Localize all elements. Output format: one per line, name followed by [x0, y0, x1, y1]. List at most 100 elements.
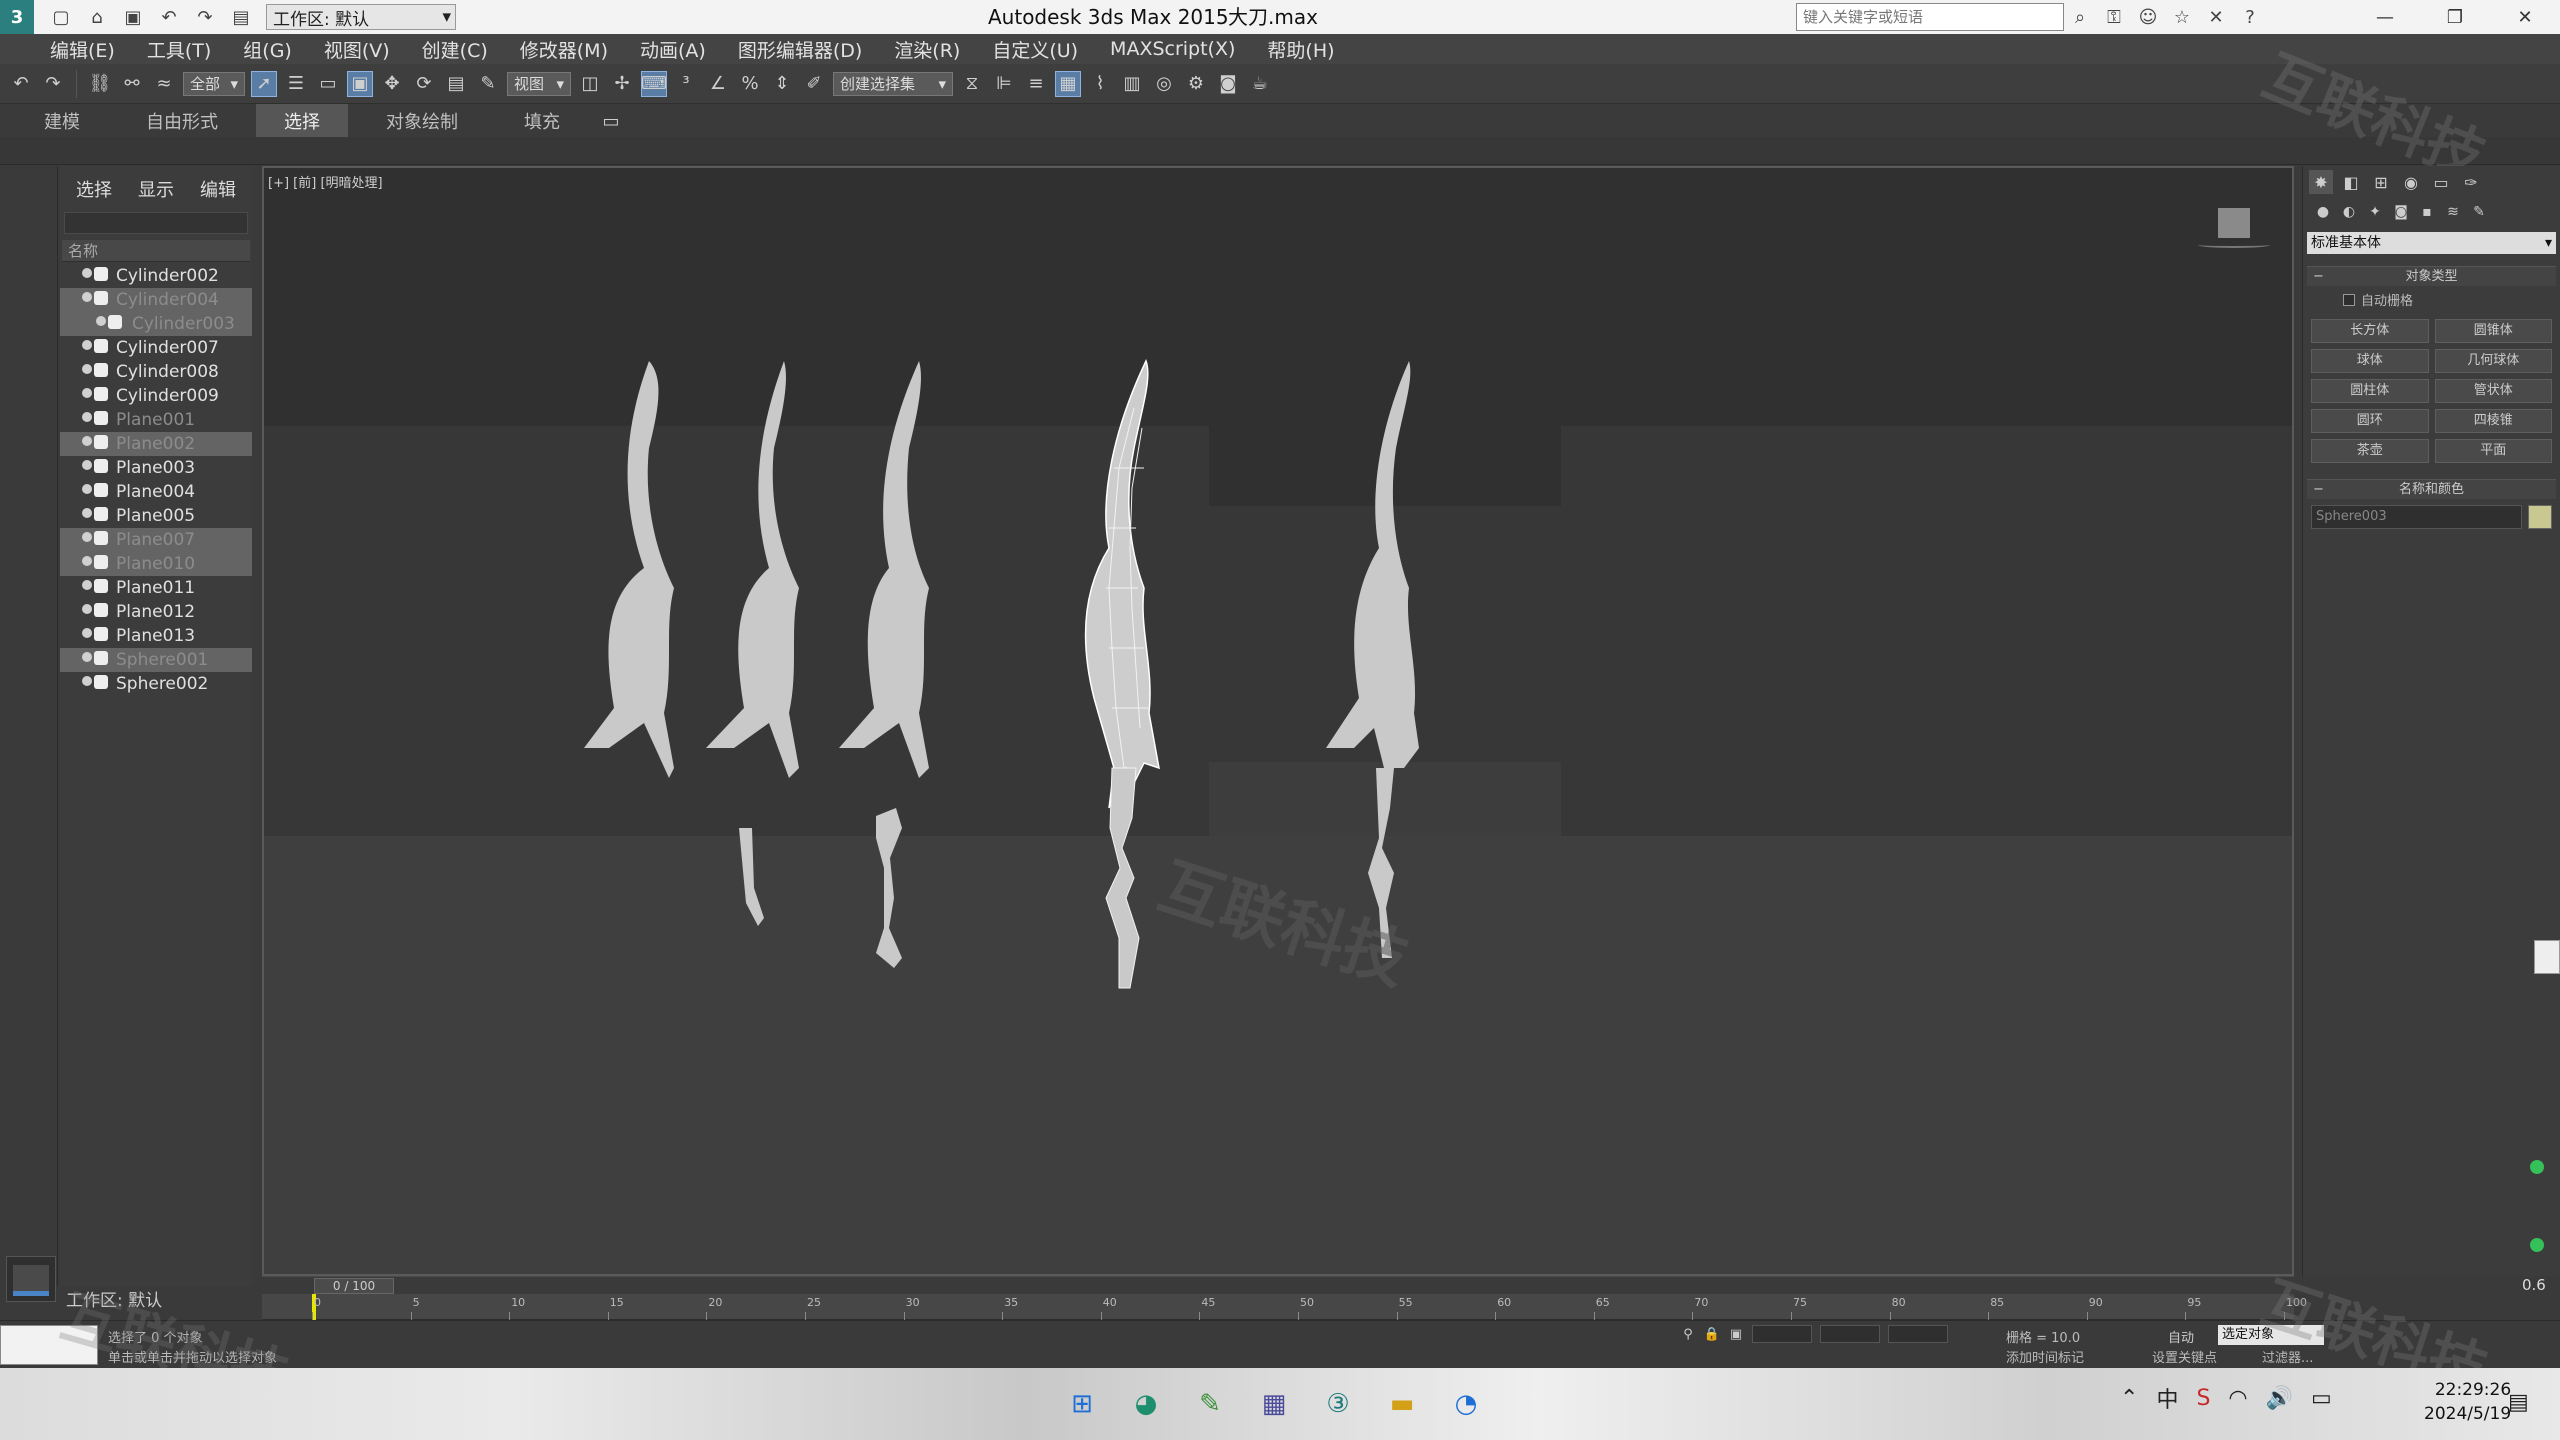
- undo-icon[interactable]: ↶: [8, 71, 34, 97]
- auto-key-button[interactable]: 自动: [2168, 1327, 2194, 1346]
- tab-populate[interactable]: 填充: [496, 104, 588, 138]
- unlink-icon[interactable]: ⚯: [119, 71, 145, 97]
- pin-icon[interactable]: ⚲: [1680, 1326, 1696, 1342]
- render-production-icon[interactable]: ☕: [1247, 71, 1273, 97]
- battery-icon[interactable]: ▭: [2311, 1386, 2332, 1411]
- start-icon[interactable]: ⊞: [1060, 1382, 1104, 1426]
- rendered-frame-window-icon[interactable]: ◙: [1215, 71, 1241, 97]
- tab-freeform[interactable]: 自由形式: [118, 104, 246, 138]
- tab-select[interactable]: 选择: [76, 176, 112, 202]
- pivot-center-icon[interactable]: ◫: [577, 71, 603, 97]
- list-item[interactable]: Plane011: [60, 576, 252, 600]
- search-input[interactable]: 键入关键字或短语: [1796, 3, 2064, 31]
- layer-explorer-icon[interactable]: ≡: [1023, 71, 1049, 97]
- binoculars-icon[interactable]: ⌕: [2066, 3, 2094, 31]
- rectangular-selection-icon[interactable]: ▭: [315, 71, 341, 97]
- lights-icon[interactable]: ✦: [2365, 202, 2385, 222]
- viewcube[interactable]: [2218, 208, 2250, 238]
- list-item[interactable]: Plane004: [60, 480, 252, 504]
- time-slider-thumb[interactable]: 0 / 100: [314, 1278, 394, 1294]
- new-file-icon[interactable]: ▢: [48, 5, 74, 29]
- spacewarps-icon[interactable]: ≋: [2443, 202, 2463, 222]
- wifi-icon[interactable]: ◠: [2228, 1386, 2247, 1411]
- visibility-icon[interactable]: [82, 340, 92, 350]
- teapot-button[interactable]: 茶壶: [2311, 439, 2429, 463]
- tab-object-paint[interactable]: 对象绘制: [358, 104, 486, 138]
- mirror-icon[interactable]: ⧖: [959, 71, 985, 97]
- bind-spacewarp-icon[interactable]: ≈: [151, 71, 177, 97]
- cone-button[interactable]: 圆锥体: [2434, 319, 2552, 343]
- x-coordinate-field[interactable]: [1752, 1325, 1812, 1343]
- visibility-icon[interactable]: [82, 364, 92, 374]
- tab-display[interactable]: 显示: [138, 176, 174, 202]
- visibility-icon[interactable]: [82, 628, 92, 638]
- menu-group[interactable]: 组(G): [243, 36, 292, 63]
- material-editor-icon[interactable]: ◎: [1151, 71, 1177, 97]
- list-item[interactable]: Cylinder007: [60, 336, 252, 360]
- notification-icon[interactable]: ▤: [2508, 1390, 2529, 1415]
- panel-resize-handle[interactable]: [2534, 940, 2560, 974]
- shapes-icon[interactable]: ◐: [2339, 202, 2359, 222]
- key-icon[interactable]: ⚿: [2100, 3, 2128, 31]
- project-folder-icon[interactable]: ▤: [228, 5, 254, 29]
- geometry-category-dropdown[interactable]: 标准基本体 ▾: [2307, 232, 2556, 254]
- create-tab-icon[interactable]: ✸: [2309, 170, 2333, 194]
- list-item[interactable]: Cylinder008: [60, 360, 252, 384]
- menu-animation[interactable]: 动画(A): [640, 36, 706, 63]
- visibility-icon[interactable]: [82, 388, 92, 398]
- sphere-button[interactable]: 球体: [2311, 349, 2429, 373]
- list-item[interactable]: Cylinder002: [60, 264, 252, 288]
- schematic-view-icon[interactable]: ▥: [1119, 71, 1145, 97]
- z-coordinate-field[interactable]: [1888, 1325, 1948, 1343]
- exchange-icon[interactable]: ✕: [2202, 3, 2230, 31]
- angle-snap-icon[interactable]: ∠: [705, 71, 731, 97]
- minimize-button[interactable]: —: [2350, 0, 2420, 34]
- keyboard-shortcut-icon[interactable]: ⌨: [641, 70, 667, 97]
- volume-icon[interactable]: 🔊: [2266, 1386, 2293, 1411]
- tab-edit[interactable]: 编辑: [200, 176, 236, 202]
- time-slider[interactable]: 0 / 100: [262, 1276, 2294, 1294]
- move-icon[interactable]: ✥: [379, 71, 405, 97]
- autogrid-checkbox[interactable]: [2343, 293, 2355, 306]
- menu-tools[interactable]: 工具(T): [147, 36, 211, 63]
- blade-mesh-3[interactable]: [839, 361, 929, 778]
- redo-icon[interactable]: ↷: [40, 71, 66, 97]
- blade-mesh-4[interactable]: [1084, 359, 1160, 809]
- systems-icon[interactable]: ✎: [2469, 202, 2489, 222]
- edge-icon[interactable]: ◔: [1444, 1382, 1488, 1426]
- menu-customize[interactable]: 自定义(U): [992, 36, 1078, 63]
- star-icon[interactable]: ☆: [2168, 3, 2196, 31]
- visibility-icon[interactable]: [82, 292, 92, 302]
- visibility-icon[interactable]: [82, 580, 92, 590]
- blade-mesh-1[interactable]: [584, 361, 674, 778]
- track-bar[interactable]: 0 5 10 15 20 25 30 35 40 45 50 55 60 65 70 75 80 85 90 95 10…: [262, 1294, 2307, 1320]
- cylinder-button[interactable]: 圆柱体: [2311, 379, 2429, 403]
- helpers-icon[interactable]: ▪: [2417, 202, 2437, 222]
- autogrid-option[interactable]: 自动栅格: [2343, 290, 2560, 309]
- motion-tab-icon[interactable]: ◉: [2399, 170, 2423, 194]
- grip-mesh-4[interactable]: [1105, 767, 1140, 989]
- object-type-rollout[interactable]: − 对象类型: [2307, 266, 2556, 286]
- list-item[interactable]: Cylinder004: [60, 288, 252, 312]
- workspace-dropdown[interactable]: 工作区: 默认 ▾: [266, 4, 456, 30]
- place-icon[interactable]: ✎: [475, 71, 501, 97]
- select-by-name-icon[interactable]: ☰: [283, 71, 309, 97]
- visibility-icon[interactable]: [82, 484, 92, 494]
- geometry-icon[interactable]: ●: [2313, 202, 2333, 222]
- save-file-icon[interactable]: ▣: [120, 5, 146, 29]
- object-color-swatch[interactable]: [2528, 505, 2552, 529]
- visibility-icon[interactable]: [82, 436, 92, 446]
- plane-button[interactable]: 平面: [2434, 439, 2552, 463]
- selection-filter-dropdown[interactable]: 全部 ▾: [183, 71, 245, 96]
- torus-button[interactable]: 圆环: [2311, 409, 2429, 433]
- name-column-header[interactable]: 名称: [62, 240, 250, 262]
- curve-editor-icon[interactable]: ⌇: [1087, 71, 1113, 97]
- menu-views[interactable]: 视图(V): [324, 36, 390, 63]
- menu-rendering[interactable]: 渲染(R): [894, 36, 960, 63]
- help-icon[interactable]: ?: [2236, 3, 2264, 31]
- menu-maxscript[interactable]: MAXScript(X): [1110, 38, 1235, 60]
- menu-graph-editors[interactable]: 图形编辑器(D): [738, 36, 862, 63]
- browser-icon[interactable]: ◕: [1124, 1382, 1168, 1426]
- link-icon[interactable]: ⛓: [87, 71, 113, 97]
- antivirus-icon[interactable]: S: [2196, 1386, 2210, 1411]
